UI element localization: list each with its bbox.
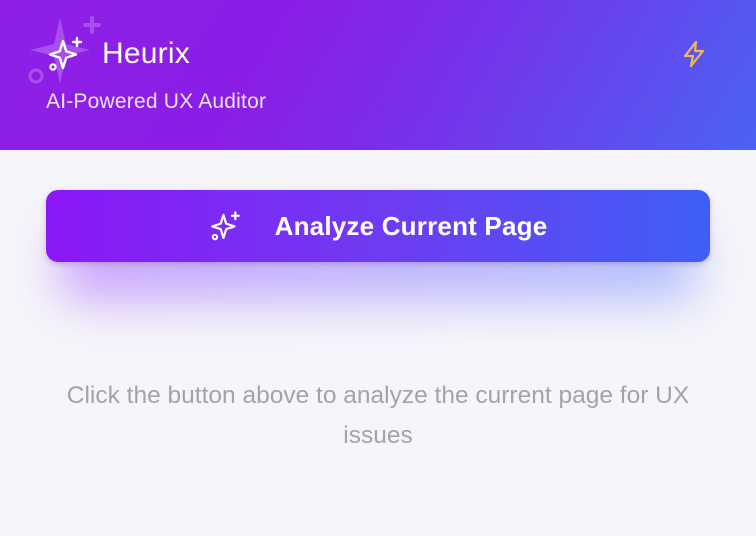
lightning-bolt-icon <box>683 40 705 68</box>
brand: Heurix <box>46 34 190 74</box>
extension-popup: Heurix AI-Powered UX Auditor Analyze Cur… <box>0 0 756 536</box>
header: Heurix AI-Powered UX Auditor <box>0 0 756 150</box>
empty-state-hint: Click the button above to analyze the cu… <box>66 382 690 449</box>
quick-action-button[interactable] <box>676 36 712 72</box>
analyze-current-page-button[interactable]: Analyze Current Page <box>46 190 710 262</box>
app-title: Heurix <box>102 37 190 70</box>
analyze-button-label: Analyze Current Page <box>274 210 548 241</box>
sparkles-icon <box>46 34 86 74</box>
sparkles-icon <box>209 209 243 243</box>
app-subtitle: AI-Powered UX Auditor <box>46 90 267 113</box>
